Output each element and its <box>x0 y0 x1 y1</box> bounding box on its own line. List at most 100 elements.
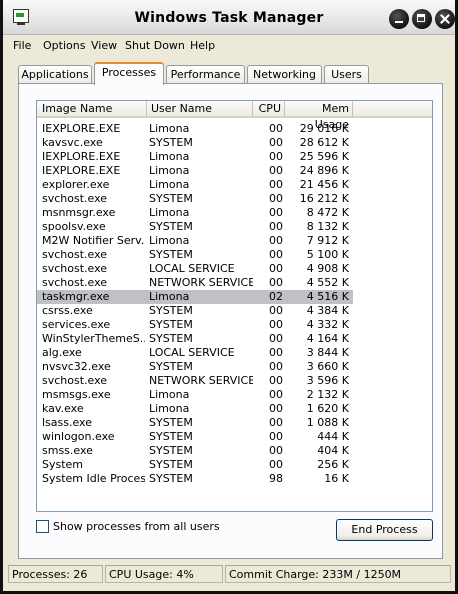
process-cpu: 00 <box>269 150 283 163</box>
process-mem: 28 612 K <box>299 136 349 149</box>
process-user: Limona <box>149 402 190 415</box>
process-cpu: 00 <box>269 304 283 317</box>
minimize-icon[interactable] <box>389 9 409 29</box>
process-row[interactable]: spoolsv.exe SYSTEM 00 8 132 K <box>37 220 353 234</box>
process-row[interactable]: System Idle Process SYSTEM 98 16 K <box>37 472 353 486</box>
status-cpu-usage: CPU Usage: 4% <box>105 565 223 583</box>
tab-strip: Applications Processes Performance Netwo… <box>3 62 455 85</box>
column-user-name[interactable]: User Name <box>147 101 253 117</box>
process-row[interactable]: System SYSTEM 00 256 K <box>37 458 353 472</box>
process-row[interactable]: svchost.exe NETWORK SERVICE 00 3 596 K <box>37 374 353 388</box>
process-name: IEXPLORE.EXE <box>42 150 121 163</box>
process-name: kavsvc.exe <box>42 136 103 149</box>
process-mem: 4 384 K <box>306 304 349 317</box>
process-row[interactable]: svchost.exe LOCAL SERVICE 00 4 908 K <box>37 262 353 276</box>
tab-networking[interactable]: Networking <box>247 65 322 83</box>
process-name: kav.exe <box>42 402 84 415</box>
process-cpu: 00 <box>269 136 283 149</box>
process-mem: 3 844 K <box>306 346 349 359</box>
process-cpu: 00 <box>269 346 283 359</box>
process-name: IEXPLORE.EXE <box>42 164 121 177</box>
status-processes: Processes: 26 <box>8 565 103 583</box>
task-manager-window: Windows Task Manager File Options View S… <box>0 0 458 594</box>
title-bar[interactable]: Windows Task Manager <box>3 0 455 35</box>
tab-performance[interactable]: Performance <box>166 65 245 83</box>
tab-processes[interactable]: Processes <box>94 62 164 85</box>
process-cpu: 00 <box>269 206 283 219</box>
process-row[interactable]: msnmsgr.exe Limona 00 8 472 K <box>37 206 353 220</box>
process-list[interactable]: Image Name User Name CPU Mem Usage IEXPL… <box>36 100 433 512</box>
process-name: msnmsgr.exe <box>42 206 116 219</box>
process-cpu: 00 <box>269 374 283 387</box>
process-cpu: 00 <box>269 192 283 205</box>
menu-view[interactable]: View <box>91 39 117 52</box>
process-user: SYSTEM <box>149 430 193 443</box>
end-process-button[interactable]: End Process <box>336 519 433 541</box>
process-user: NETWORK SERVICE <box>149 276 253 289</box>
process-row[interactable]: IEXPLORE.EXE Limona 00 25 596 K <box>37 150 353 164</box>
process-row[interactable]: lsass.exe SYSTEM 00 1 088 K <box>37 416 353 430</box>
process-mem: 4 516 K <box>306 290 349 303</box>
tab-applications[interactable]: Applications <box>18 65 92 83</box>
process-cpu: 02 <box>269 290 283 303</box>
process-name: smss.exe <box>42 444 93 457</box>
process-row[interactable]: smss.exe SYSTEM 00 404 K <box>37 444 353 458</box>
process-name: explorer.exe <box>42 178 110 191</box>
process-row[interactable]: alg.exe LOCAL SERVICE 00 3 844 K <box>37 346 353 360</box>
process-name: WinStylerThemeS... <box>42 332 145 345</box>
process-user: SYSTEM <box>149 360 193 373</box>
process-user: Limona <box>149 150 190 163</box>
process-row[interactable]: kav.exe Limona 00 1 620 K <box>37 402 353 416</box>
process-row[interactable]: services.exe SYSTEM 00 4 332 K <box>37 318 353 332</box>
process-mem: 256 K <box>317 458 349 471</box>
process-mem: 404 K <box>317 444 349 457</box>
process-cpu: 00 <box>269 122 283 135</box>
column-image-name[interactable]: Image Name <box>37 101 147 117</box>
menu-shut-down[interactable]: Shut Down <box>125 39 185 52</box>
process-row[interactable]: taskmgr.exe Limona 02 4 516 K <box>37 290 353 304</box>
column-mem-usage[interactable]: Mem Usage <box>285 101 353 131</box>
menu-options[interactable]: Options <box>43 39 85 52</box>
process-row[interactable]: msmsgs.exe Limona 00 2 132 K <box>37 388 353 402</box>
process-user: SYSTEM <box>149 472 193 485</box>
menu-file[interactable]: File <box>13 39 31 52</box>
process-user: LOCAL SERVICE <box>149 262 235 275</box>
process-row[interactable]: kavsvc.exe SYSTEM 00 28 612 K <box>37 136 353 150</box>
process-name: csrss.exe <box>42 304 93 317</box>
window-title: Windows Task Manager <box>134 10 324 26</box>
process-row[interactable]: svchost.exe SYSTEM 00 16 212 K <box>37 192 353 206</box>
process-row[interactable]: IEXPLORE.EXE Limona 00 24 896 K <box>37 164 353 178</box>
process-row[interactable]: svchost.exe SYSTEM 00 5 100 K <box>37 248 353 262</box>
process-user: SYSTEM <box>149 248 193 261</box>
process-row[interactable]: IEXPLORE.EXE Limona 00 29 016 K <box>37 122 353 136</box>
process-user: SYSTEM <box>149 458 193 471</box>
show-all-users-label: Show processes from all users <box>53 520 220 533</box>
process-mem: 7 912 K <box>306 234 349 247</box>
process-mem: 3 660 K <box>306 360 349 373</box>
status-commit-charge: Commit Charge: 233M / 1250M <box>225 565 451 583</box>
menu-help[interactable]: Help <box>190 39 215 52</box>
process-row[interactable]: svchost.exe NETWORK SERVICE 00 4 552 K <box>37 276 353 290</box>
show-all-users-checkbox[interactable] <box>36 520 49 533</box>
process-cpu: 00 <box>269 416 283 429</box>
process-mem: 3 596 K <box>306 374 349 387</box>
process-user: SYSTEM <box>149 220 193 233</box>
process-row[interactable]: csrss.exe SYSTEM 00 4 384 K <box>37 304 353 318</box>
process-row[interactable]: winlogon.exe SYSTEM 00 444 K <box>37 430 353 444</box>
process-cpu: 00 <box>269 178 283 191</box>
close-icon[interactable] <box>435 9 455 29</box>
process-row[interactable]: WinStylerThemeS... SYSTEM 00 4 164 K <box>37 332 353 346</box>
process-row[interactable]: nvsvc32.exe SYSTEM 00 3 660 K <box>37 360 353 374</box>
process-name: nvsvc32.exe <box>42 360 111 373</box>
tab-users[interactable]: Users <box>324 65 369 83</box>
process-row[interactable]: explorer.exe Limona 00 21 456 K <box>37 178 353 192</box>
process-row[interactable]: M2W Notifier Serv... Limona 00 7 912 K <box>37 234 353 248</box>
process-mem: 444 K <box>317 430 349 443</box>
process-name: System <box>42 458 84 471</box>
process-user: Limona <box>149 206 190 219</box>
process-cpu: 00 <box>269 220 283 233</box>
maximize-icon[interactable] <box>412 9 432 29</box>
process-name: System Idle Process <box>42 472 145 485</box>
process-mem: 21 456 K <box>299 178 349 191</box>
column-cpu[interactable]: CPU <box>253 101 285 117</box>
